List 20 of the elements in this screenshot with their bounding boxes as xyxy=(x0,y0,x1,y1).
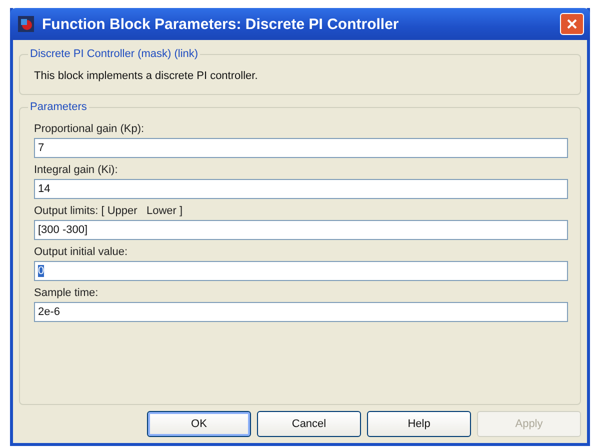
input-field[interactable]: 2e-6 xyxy=(34,302,568,322)
field-label: Sample time: xyxy=(34,287,100,299)
close-button[interactable] xyxy=(560,13,584,35)
group-title: Parameters xyxy=(29,101,88,113)
dialog-button[interactable]: Help xyxy=(367,411,471,437)
input-field[interactable]: 0 xyxy=(34,261,568,281)
group-title: Discrete PI Controller (mask) (link) xyxy=(29,48,200,60)
field-label: Output limits: [ Upper Lower ] xyxy=(34,205,184,217)
description-text: This block implements a discrete PI controller. xyxy=(34,69,259,84)
field-label: Output initial value: xyxy=(34,246,129,258)
dialog-button[interactable]: OK xyxy=(147,411,251,437)
dialog-button[interactable]: Cancel xyxy=(257,411,361,437)
window-title: Function Block Parameters: Discrete PI Controller xyxy=(42,16,400,32)
field-label: Integral gain (Ki): xyxy=(34,164,119,176)
input-field[interactable]: 7 xyxy=(34,138,568,158)
input-field[interactable]: 14 xyxy=(34,179,568,199)
field-label: Proportional gain (Kp): xyxy=(34,123,146,135)
input-field[interactable]: [300 -300] xyxy=(34,220,568,240)
block-icon xyxy=(18,16,34,32)
close-icon xyxy=(566,18,578,30)
